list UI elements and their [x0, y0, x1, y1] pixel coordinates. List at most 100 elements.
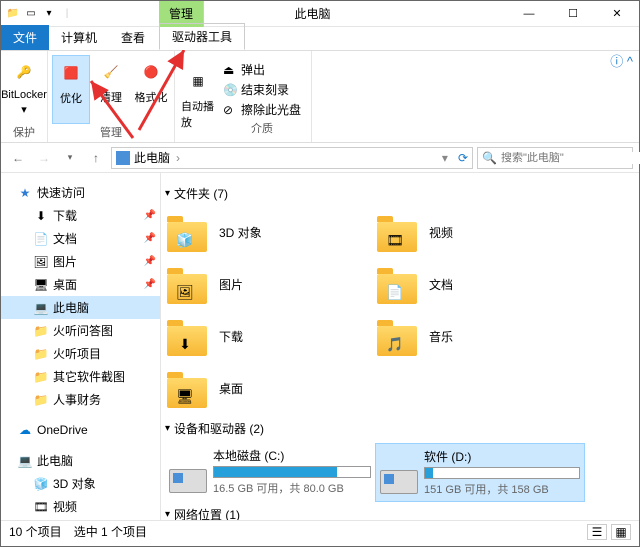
- tree-onedrive[interactable]: ☁ OneDrive: [1, 419, 160, 441]
- drive-free-text: 16.5 GB 可用，共 80.0 GB: [213, 480, 371, 496]
- close-button[interactable]: ✕: [595, 1, 639, 27]
- optimize-label: 优化: [60, 90, 82, 106]
- tree-item[interactable]: ⬇下载📌: [1, 204, 160, 227]
- back-button[interactable]: ←: [7, 147, 29, 169]
- tree-item-icon: 📁: [33, 369, 49, 385]
- address-bar-row: ← → ▾ ↑ 此电脑 › ▾ ⟳ 🔍: [1, 143, 639, 173]
- refresh-icon[interactable]: ⟳: [458, 151, 468, 165]
- erase-label: 擦除此光盘: [241, 101, 301, 118]
- ribbon-tabs: 文件 计算机 查看 驱动器工具: [1, 27, 639, 51]
- main-area: ★快速访问 ⬇下载📌📄文档📌🖼图片📌🖥桌面📌💻此电脑📁火听问答图📁火听项目📁其它…: [1, 173, 639, 520]
- tree-item[interactable]: 📁火听问答图: [1, 319, 160, 342]
- tree-item[interactable]: 🖥桌面📌: [1, 273, 160, 296]
- folder-item[interactable]: ⬇下载: [165, 312, 375, 360]
- folder-item[interactable]: 🖥桌面: [165, 364, 375, 412]
- erase-button[interactable]: ⊘ 擦除此光盘: [223, 101, 301, 118]
- nav-tree[interactable]: ★快速访问 ⬇下载📌📄文档📌🖼图片📌🖥桌面📌💻此电脑📁火听问答图📁火听项目📁其它…: [1, 173, 161, 520]
- folder-item[interactable]: 🎵音乐: [375, 312, 585, 360]
- tree-this-pc[interactable]: 💻此电脑: [1, 449, 160, 472]
- folder-item[interactable]: 📄文档: [375, 260, 585, 308]
- folder-item[interactable]: 🖼 图片: [165, 260, 375, 308]
- dropdown-icon: ▾: [21, 103, 27, 116]
- breadcrumb-root[interactable]: 此电脑: [134, 149, 170, 166]
- tree-item-icon: 🎞: [33, 499, 49, 515]
- section-folders[interactable]: ▾ 文件夹 (7): [165, 185, 629, 202]
- window-title: 此电脑: [294, 5, 330, 22]
- chevron-right-icon[interactable]: ›: [176, 151, 180, 165]
- tree-label: 此电脑: [37, 452, 73, 469]
- tree-item[interactable]: 🧊3D 对象: [1, 472, 160, 495]
- title-bar: 📁 ▭ ▾ | 管理 此电脑 — ☐ ✕: [1, 1, 639, 27]
- drive-item[interactable]: 本地磁盘 (C:)16.5 GB 可用，共 80.0 GB: [165, 443, 375, 502]
- folder-icon: 🎞: [377, 212, 421, 252]
- tree-item-label: 文档: [53, 230, 77, 247]
- tree-item[interactable]: 💻此电脑: [1, 296, 160, 319]
- folder-label: 音乐: [429, 328, 453, 345]
- tree-item-label: 图片: [53, 253, 77, 270]
- tree-label: 快速访问: [37, 184, 85, 201]
- tree-item[interactable]: 📁其它软件截图: [1, 365, 160, 388]
- qat-item[interactable]: ▭: [23, 6, 39, 22]
- up-button[interactable]: ↑: [85, 147, 107, 169]
- folder-item[interactable]: 🧊3D 对象: [165, 208, 375, 256]
- maximize-button[interactable]: ☐: [551, 1, 595, 27]
- content-pane[interactable]: ▾ 文件夹 (7) 🧊3D 对象🎞视频 🖼 图片 📄文档⬇下载🎵音乐🖥桌面 ▾设备和驱动…: [161, 173, 639, 520]
- search-box[interactable]: 🔍: [477, 147, 633, 169]
- tree-label: OneDrive: [37, 423, 88, 437]
- tree-item-icon: 🖼: [33, 254, 49, 270]
- tree-item-label: 火听问答图: [53, 322, 113, 339]
- folder-icon: ⬇: [167, 316, 211, 356]
- folder-icon: 🖥: [167, 368, 211, 408]
- drive-icon: [169, 469, 207, 493]
- qat-item[interactable]: ▾: [41, 6, 57, 22]
- optimize-icon: 🟥: [56, 58, 86, 88]
- folder-label: 图片: [219, 276, 243, 293]
- tab-drive-tools[interactable]: 驱动器工具: [159, 23, 245, 50]
- tree-item-label: 火听项目: [53, 345, 101, 362]
- section-network[interactable]: ▾网络位置 (1): [165, 506, 629, 520]
- erase-icon: ⊘: [223, 103, 237, 117]
- tree-quick-access[interactable]: ★快速访问: [1, 181, 160, 204]
- finalize-button[interactable]: 💿结束刻录: [223, 81, 301, 98]
- drive-usage-bar: [424, 467, 580, 479]
- explorer-icon: 📁: [5, 6, 21, 22]
- section-label: 设备和驱动器 (2): [174, 420, 264, 437]
- tree-item[interactable]: 🖼图片📌: [1, 250, 160, 273]
- section-label: 文件夹 (7): [174, 185, 228, 202]
- folder-item[interactable]: 🎞视频: [375, 208, 585, 256]
- tree-item[interactable]: 📁人事财务: [1, 388, 160, 411]
- recent-dropdown[interactable]: ▾: [59, 147, 81, 169]
- bitlocker-button[interactable]: 🔑 BitLocker ▾: [5, 55, 43, 124]
- chevron-down-icon: ▾: [165, 188, 170, 199]
- tree-item[interactable]: 📁火听项目: [1, 342, 160, 365]
- eject-icon: ⏏: [223, 63, 237, 77]
- eject-button[interactable]: ⏏弹出: [223, 61, 301, 78]
- drive-item[interactable]: 软件 (D:)151 GB 可用，共 158 GB: [375, 443, 585, 502]
- tree-item-icon: 📁: [33, 346, 49, 362]
- tree-item[interactable]: 🖼图片: [1, 518, 160, 520]
- tree-item[interactable]: 📄文档 📌: [1, 227, 160, 250]
- view-icons-button[interactable]: ▦: [611, 524, 631, 540]
- address-bar[interactable]: 此电脑 › ▾ ⟳: [111, 147, 473, 169]
- view-details-button[interactable]: ☰: [587, 524, 607, 540]
- tab-file[interactable]: 文件: [1, 25, 49, 50]
- ribbon-group-label: 保护: [13, 124, 35, 140]
- tree-item-icon: 📄: [33, 231, 49, 247]
- forward-button[interactable]: →: [33, 147, 55, 169]
- section-label: 网络位置 (1): [174, 506, 240, 520]
- dropdown-icon[interactable]: ▾: [442, 151, 448, 165]
- tree-item[interactable]: 🎞视频: [1, 495, 160, 518]
- tree-item-label: 3D 对象: [53, 475, 96, 492]
- pin-icon: 📌: [144, 233, 156, 244]
- qat-sep: |: [59, 6, 75, 22]
- cloud-icon: ☁: [17, 422, 33, 438]
- folder-icon: 🖼: [167, 264, 211, 304]
- star-icon: ★: [17, 185, 33, 201]
- minimize-button[interactable]: —: [507, 1, 551, 27]
- location-icon: [116, 151, 130, 165]
- annotation-arrow: [83, 73, 143, 143]
- tab-computer[interactable]: 计算机: [49, 25, 109, 50]
- status-selection: 选中 1 个项目: [74, 523, 147, 540]
- section-drives[interactable]: ▾设备和驱动器 (2): [165, 420, 629, 437]
- search-input[interactable]: [501, 152, 640, 164]
